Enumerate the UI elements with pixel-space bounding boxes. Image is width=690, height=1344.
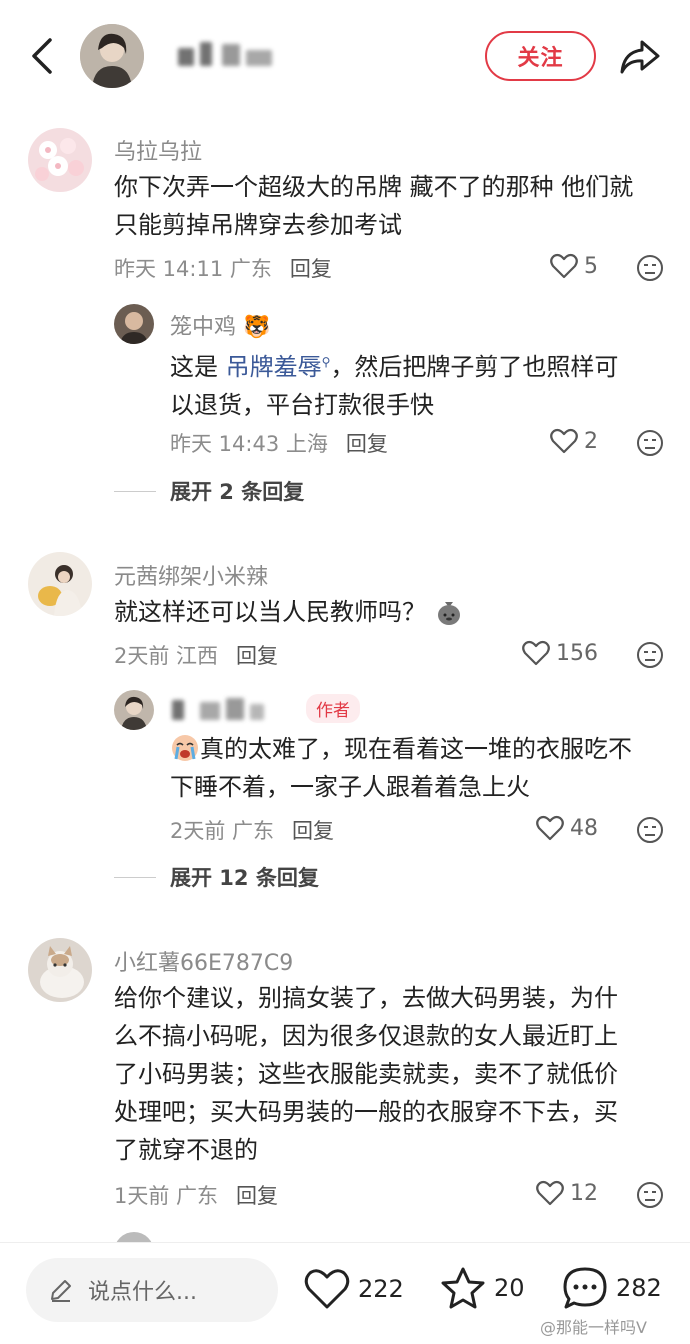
heart-icon (304, 1269, 350, 1309)
commenter-name[interactable]: 元茜绑架小米辣 (114, 559, 268, 591)
commenter-name[interactable]: 笼中鸡 🐯 (170, 309, 270, 341)
crying-face-emoji-icon (172, 735, 198, 761)
post-like-button[interactable]: 222 (304, 1268, 404, 1310)
pencil-icon (51, 1280, 71, 1302)
post-like-count: 222 (358, 1275, 404, 1303)
divider (114, 490, 156, 492)
like-count: 5 (584, 253, 598, 279)
divider (114, 876, 156, 878)
comment-input[interactable]: 说点什么... (26, 1258, 278, 1322)
author-badge: 作者 (306, 694, 360, 723)
comment-text: 给你个建议，别搞女装了，去做大码男装，为什 么不搞小码呢，因为很多仅退款的女人最… (114, 984, 618, 1164)
post-comment-button[interactable]: 282 (562, 1266, 662, 1310)
back-button[interactable] (24, 34, 64, 78)
comment-text: 你下次弄一个超级大的吊牌 藏不了的那种 他们就 只能剪掉吊牌穿去参加考试 (114, 173, 634, 239)
comment-text: 真的太难了，现在看着这一堆的衣服吃不 下睡不着，一家子人跟着着急上火 (170, 735, 632, 801)
commenter-avatar[interactable] (28, 552, 92, 616)
tiger-emoji: 🐯 (243, 315, 271, 340)
author-avatar[interactable] (80, 24, 144, 88)
reply-button[interactable]: 回复 (290, 257, 332, 281)
reply-button[interactable]: 回复 (236, 1184, 278, 1208)
follow-button[interactable]: 关注 (485, 31, 596, 81)
like-count: 2 (584, 428, 598, 454)
money-bag-emoji-icon (437, 602, 460, 625)
chevron-left-icon (32, 38, 52, 74)
like-button[interactable]: 5 (550, 253, 598, 279)
author-avatar[interactable] (114, 690, 154, 730)
comment-meta: 昨天 14:11 广东 回复 (114, 253, 332, 283)
author-name-blurred (172, 38, 292, 72)
author-name-blurred (170, 694, 290, 724)
comment-meta: 昨天 14:43 上海 回复 (170, 428, 388, 458)
comment-time: 昨天 14:43 上海 (170, 432, 328, 456)
post-collect-button[interactable]: 20 (440, 1266, 525, 1310)
share-button[interactable] (618, 34, 662, 78)
comment-input-placeholder: 说点什么... (88, 1280, 197, 1305)
like-button[interactable]: 2 (550, 428, 598, 454)
comment-meta: 1天前 广东 回复 (114, 1180, 278, 1210)
commenter-name[interactable]: 小红薯66E787C9 (114, 945, 293, 977)
dislike-icon[interactable] (636, 254, 664, 282)
comment-meta: 2天前 江西 回复 (114, 640, 278, 670)
comment-meta: 2天前 广东 回复 (170, 815, 334, 845)
dislike-icon[interactable] (636, 429, 664, 457)
like-button[interactable]: 156 (522, 640, 598, 666)
heart-icon (550, 428, 578, 454)
heart-icon (536, 815, 564, 841)
dislike-icon[interactable] (636, 816, 664, 844)
share-icon (620, 40, 660, 74)
like-count: 12 (570, 1180, 598, 1206)
comment-bubble-icon (563, 1267, 607, 1309)
comment-time: 昨天 14:11 广东 (114, 257, 272, 281)
heart-icon (522, 640, 550, 666)
post-collect-count: 20 (494, 1274, 525, 1302)
reply-button[interactable]: 回复 (236, 644, 278, 668)
reply-button[interactable]: 回复 (346, 432, 388, 456)
watermark: @那能一样吗V (540, 1318, 647, 1337)
comment-text: 就这样还可以当人民教师吗？ (114, 593, 674, 631)
comment-time: 1天前 广东 (114, 1184, 219, 1208)
like-count: 48 (570, 815, 598, 841)
commenter-avatar[interactable] (114, 304, 154, 344)
like-button[interactable]: 48 (536, 815, 598, 841)
like-count: 156 (556, 640, 598, 666)
heart-icon (550, 253, 578, 279)
star-icon (441, 1267, 485, 1309)
post-comment-count: 282 (616, 1274, 662, 1302)
expand-replies-button[interactable]: 展开 12 条回复 (114, 862, 319, 892)
commenter-name[interactable]: 乌拉乌拉 (114, 134, 202, 166)
dislike-icon[interactable] (636, 641, 664, 669)
heart-icon (536, 1180, 564, 1206)
topic-tag[interactable]: 吊牌羞辱 (226, 353, 322, 381)
commenter-avatar[interactable] (28, 938, 92, 1002)
dislike-icon[interactable] (636, 1181, 664, 1209)
expand-replies-button[interactable]: 展开 2 条回复 (114, 476, 304, 506)
reply-button[interactable]: 回复 (292, 819, 334, 843)
comment-text: 这是 吊牌羞辱⚲，然后把牌子剪了也照样可 以退货，平台打款很手快 (170, 353, 619, 419)
comment-time: 2天前 江西 (114, 644, 219, 668)
like-button[interactable]: 12 (536, 1180, 598, 1206)
comment-time: 2天前 广东 (170, 819, 275, 843)
commenter-avatar[interactable] (28, 128, 92, 192)
